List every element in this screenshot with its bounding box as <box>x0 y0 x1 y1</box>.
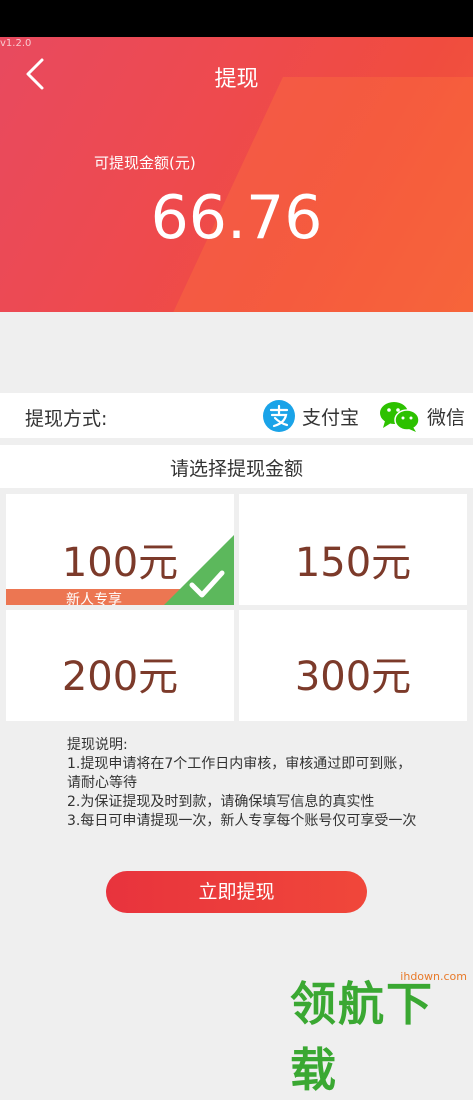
header: v1.2.0 提现 可提现金额(元) 66.76 <box>0 37 473 312</box>
balance-label: 可提现金额(元) <box>94 154 196 172</box>
amount-section-header: 请选择提现金额 <box>0 445 473 488</box>
amount-section-title: 请选择提现金额 <box>169 458 303 480</box>
wechat-label: 微信 <box>427 406 466 429</box>
alipay-label: 支付宝 <box>302 406 360 429</box>
notes-line: 1.提现申请将在7个工作日内审核，审核通过即可到账，请耐心等待 <box>67 756 412 791</box>
watermark-logo: 领航下载 <box>290 977 434 1097</box>
wechat-option[interactable]: 微信 <box>379 399 465 433</box>
amount-grid: 100元 新人专享 150元 200元 300元 <box>0 488 473 723</box>
alipay-icon <box>263 400 295 432</box>
amount-label: 150元 <box>294 540 412 586</box>
amount-label: 200元 <box>61 654 179 700</box>
page-title: 提现 <box>214 67 259 92</box>
amount-label: 300元 <box>294 654 412 700</box>
new-user-badge: 新人专享 <box>6 589 182 605</box>
amount-option-200[interactable]: 200元 <box>6 610 234 721</box>
wechat-icon <box>380 402 420 432</box>
notes-heading: 提现说明: <box>67 737 128 753</box>
notes-line: 3.每日可申请提现一次，新人专享每个账号仅可享受一次 <box>67 813 417 829</box>
withdraw-now-button[interactable]: 立即提现 <box>106 871 367 913</box>
alipay-option[interactable]: 支付宝 <box>262 399 359 433</box>
amount-option-150[interactable]: 150元 <box>239 494 467 605</box>
balance-amount: 66.76 <box>150 183 323 253</box>
selected-check-icon <box>164 535 234 605</box>
payment-method-label: 提现方式: <box>25 408 108 430</box>
notes-line: 2.为保证提现及时到款，请确保填写信息的真实性 <box>67 794 375 810</box>
amount-option-300[interactable]: 300元 <box>239 610 467 721</box>
payment-method-row: 提现方式: 支付宝 微信 <box>0 393 473 438</box>
withdraw-notes: 提现说明: 1.提现申请将在7个工作日内审核，审核通过即可到账，请耐心等待 2.… <box>67 736 417 831</box>
status-bar <box>0 0 473 37</box>
version-label: v1.2.0 <box>0 38 32 49</box>
amount-option-100[interactable]: 100元 新人专享 <box>6 494 234 605</box>
